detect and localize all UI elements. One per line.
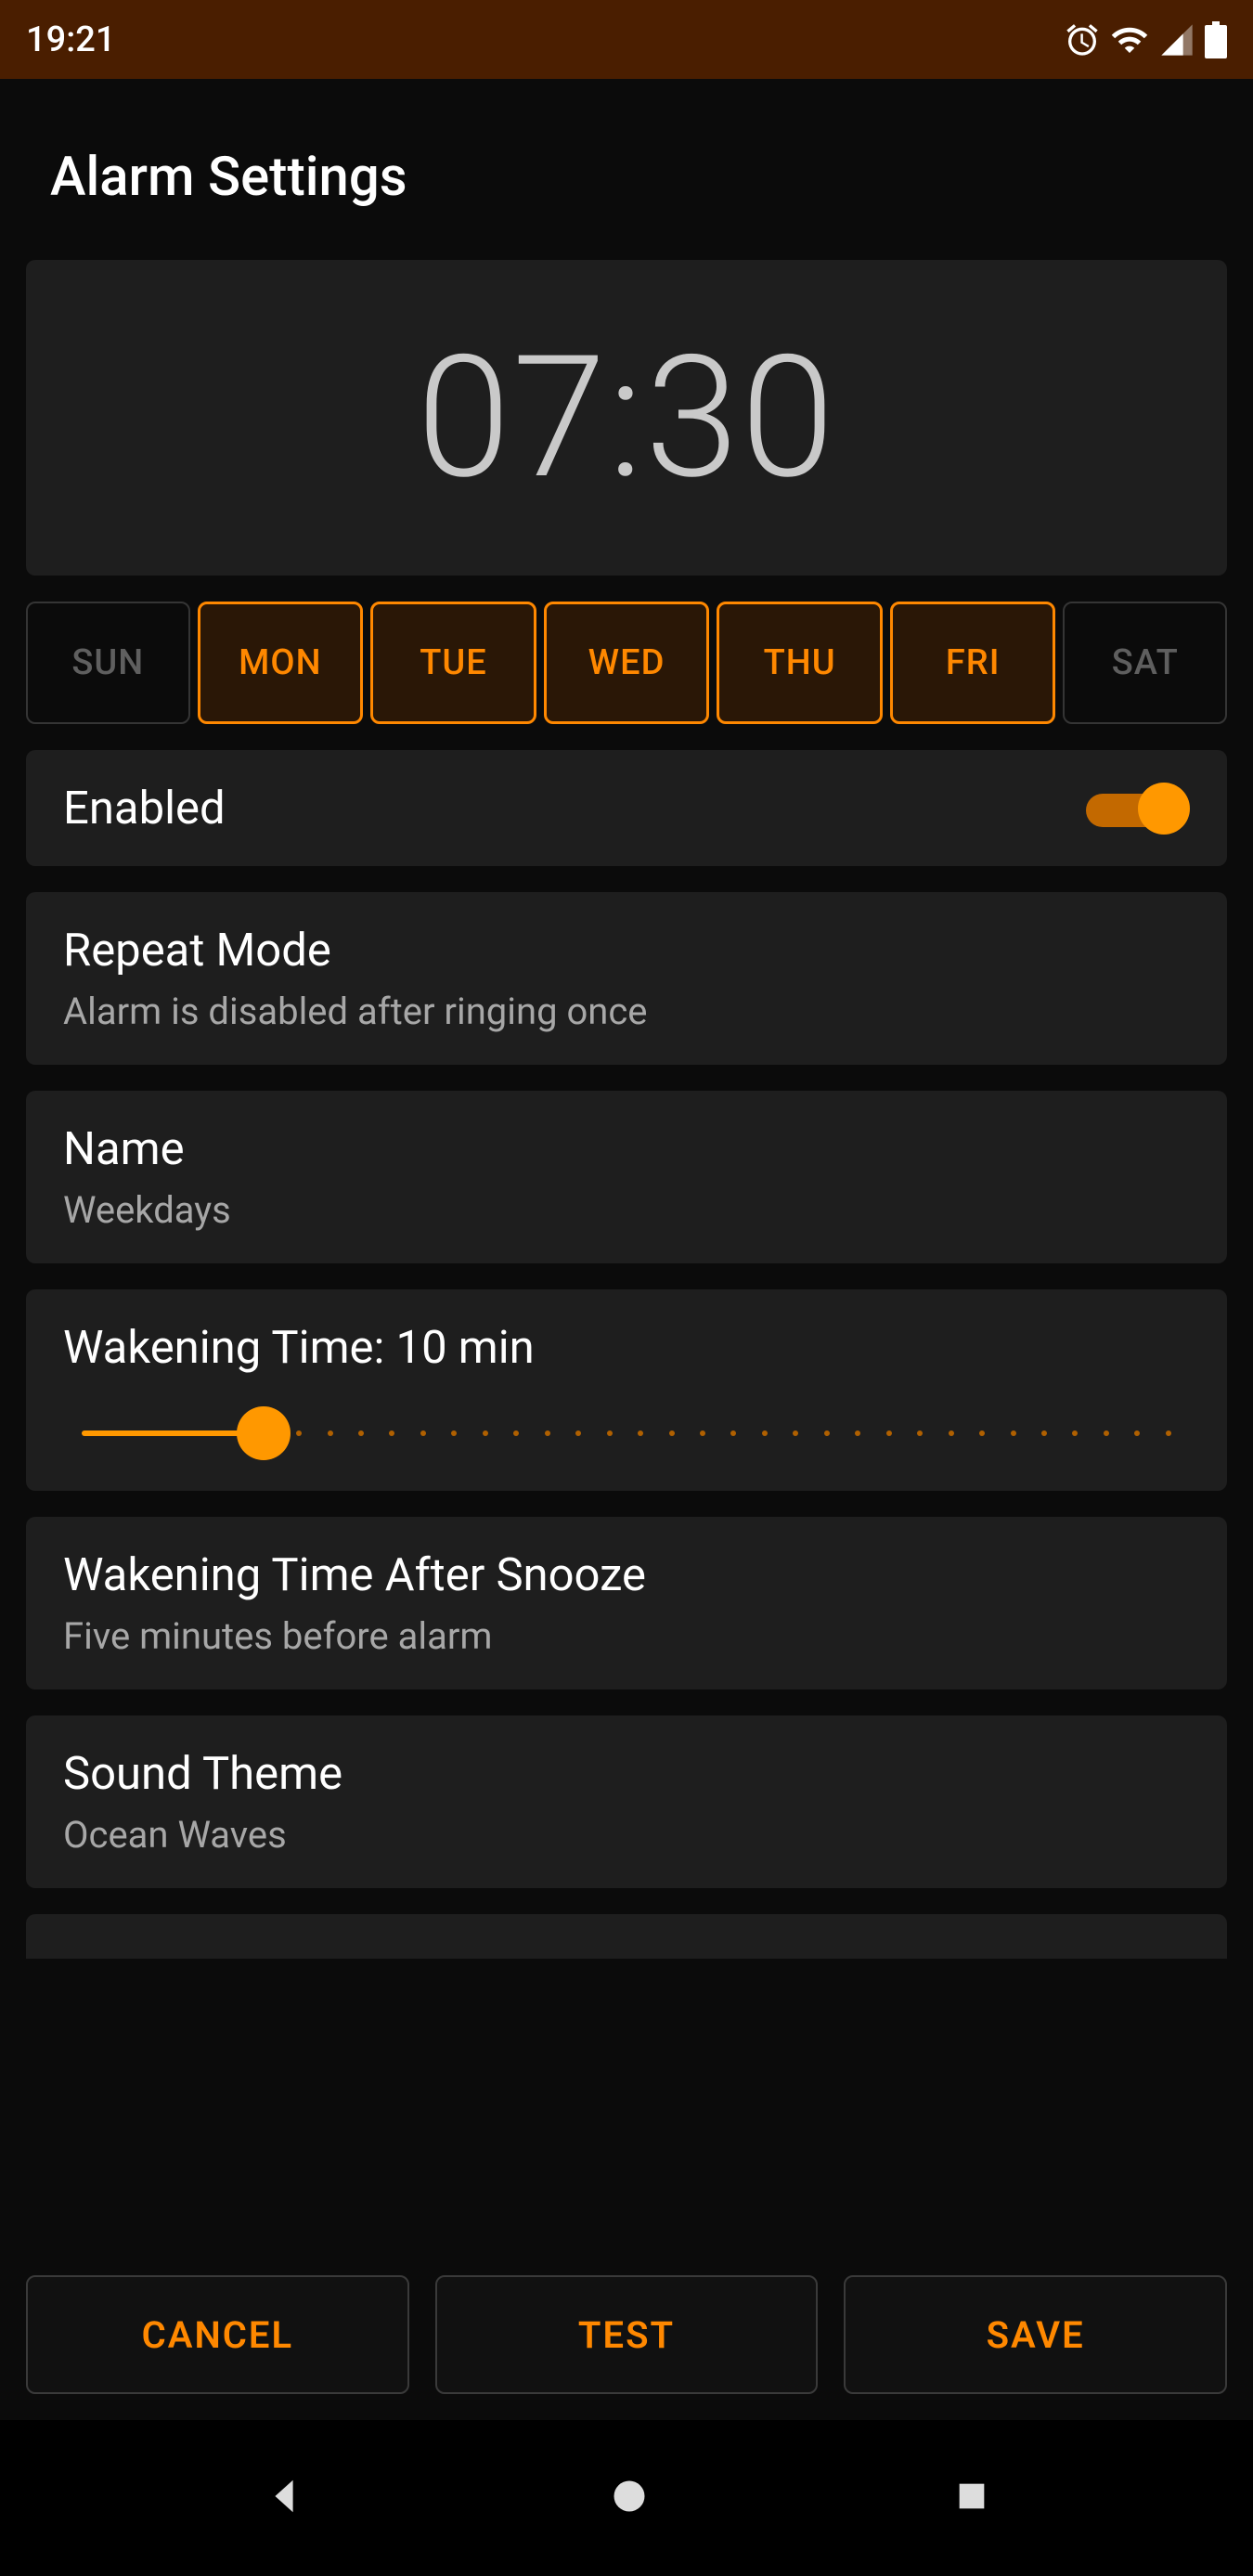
wakening-slider[interactable] bbox=[63, 1415, 1190, 1452]
test-button[interactable]: TEST bbox=[435, 2275, 819, 2394]
home-button[interactable] bbox=[609, 2476, 650, 2520]
status-time: 19:21 bbox=[26, 19, 115, 60]
wakening-label: Wakening Time: 10 min bbox=[63, 1321, 1190, 1374]
wakening-snooze-sub: Five minutes before alarm bbox=[63, 1614, 1190, 1658]
day-chip-wed[interactable]: WED bbox=[544, 602, 710, 724]
status-bar: 19:21 bbox=[0, 0, 1253, 79]
enabled-label: Enabled bbox=[63, 782, 226, 835]
sound-sub: Ocean Waves bbox=[63, 1813, 1190, 1857]
recent-button[interactable] bbox=[953, 2478, 990, 2518]
wifi-icon bbox=[1110, 20, 1149, 59]
sound-label: Sound Theme bbox=[63, 1747, 1190, 1800]
wakening-snooze-label: Wakening Time After Snooze bbox=[63, 1548, 1190, 1601]
sound-theme-row[interactable]: Sound Theme Ocean Waves bbox=[26, 1715, 1227, 1888]
status-icons bbox=[1064, 20, 1227, 59]
day-chip-fri[interactable]: FRI bbox=[890, 602, 1056, 724]
partial-card bbox=[26, 1914, 1227, 1959]
time-value: 07:30 bbox=[417, 319, 836, 517]
name-row[interactable]: Name Weekdays bbox=[26, 1091, 1227, 1263]
repeat-mode-row[interactable]: Repeat Mode Alarm is disabled after ring… bbox=[26, 892, 1227, 1065]
day-chip-sat[interactable]: SAT bbox=[1063, 602, 1227, 724]
page-title: Alarm Settings bbox=[26, 79, 1227, 260]
days-row: SUNMONTUEWEDTHUFRISAT bbox=[26, 602, 1227, 724]
back-button[interactable] bbox=[263, 2475, 305, 2521]
alarm-icon bbox=[1064, 21, 1101, 58]
cancel-button[interactable]: CANCEL bbox=[26, 2275, 409, 2394]
buttons-row: CANCEL TEST SAVE bbox=[26, 2275, 1227, 2420]
enabled-row[interactable]: Enabled bbox=[26, 750, 1227, 866]
time-picker[interactable]: 07:30 bbox=[26, 260, 1227, 576]
wakening-snooze-row[interactable]: Wakening Time After Snooze Five minutes … bbox=[26, 1517, 1227, 1689]
signal-icon bbox=[1158, 21, 1195, 58]
day-chip-mon[interactable]: MON bbox=[198, 602, 364, 724]
enabled-toggle[interactable] bbox=[1086, 783, 1190, 835]
battery-icon bbox=[1205, 21, 1227, 58]
nav-bar bbox=[0, 2420, 1253, 2576]
day-chip-tue[interactable]: TUE bbox=[370, 602, 536, 724]
content: Alarm Settings 07:30 SUNMONTUEWEDTHUFRIS… bbox=[0, 79, 1253, 2420]
repeat-sub: Alarm is disabled after ringing once bbox=[63, 990, 1190, 1033]
repeat-label: Repeat Mode bbox=[63, 924, 1190, 977]
day-chip-thu[interactable]: THU bbox=[717, 602, 883, 724]
wakening-time-row[interactable]: Wakening Time: 10 min bbox=[26, 1289, 1227, 1491]
day-chip-sun[interactable]: SUN bbox=[26, 602, 190, 724]
save-button[interactable]: SAVE bbox=[844, 2275, 1227, 2394]
name-label: Name bbox=[63, 1122, 1190, 1175]
name-sub: Weekdays bbox=[63, 1188, 1190, 1232]
